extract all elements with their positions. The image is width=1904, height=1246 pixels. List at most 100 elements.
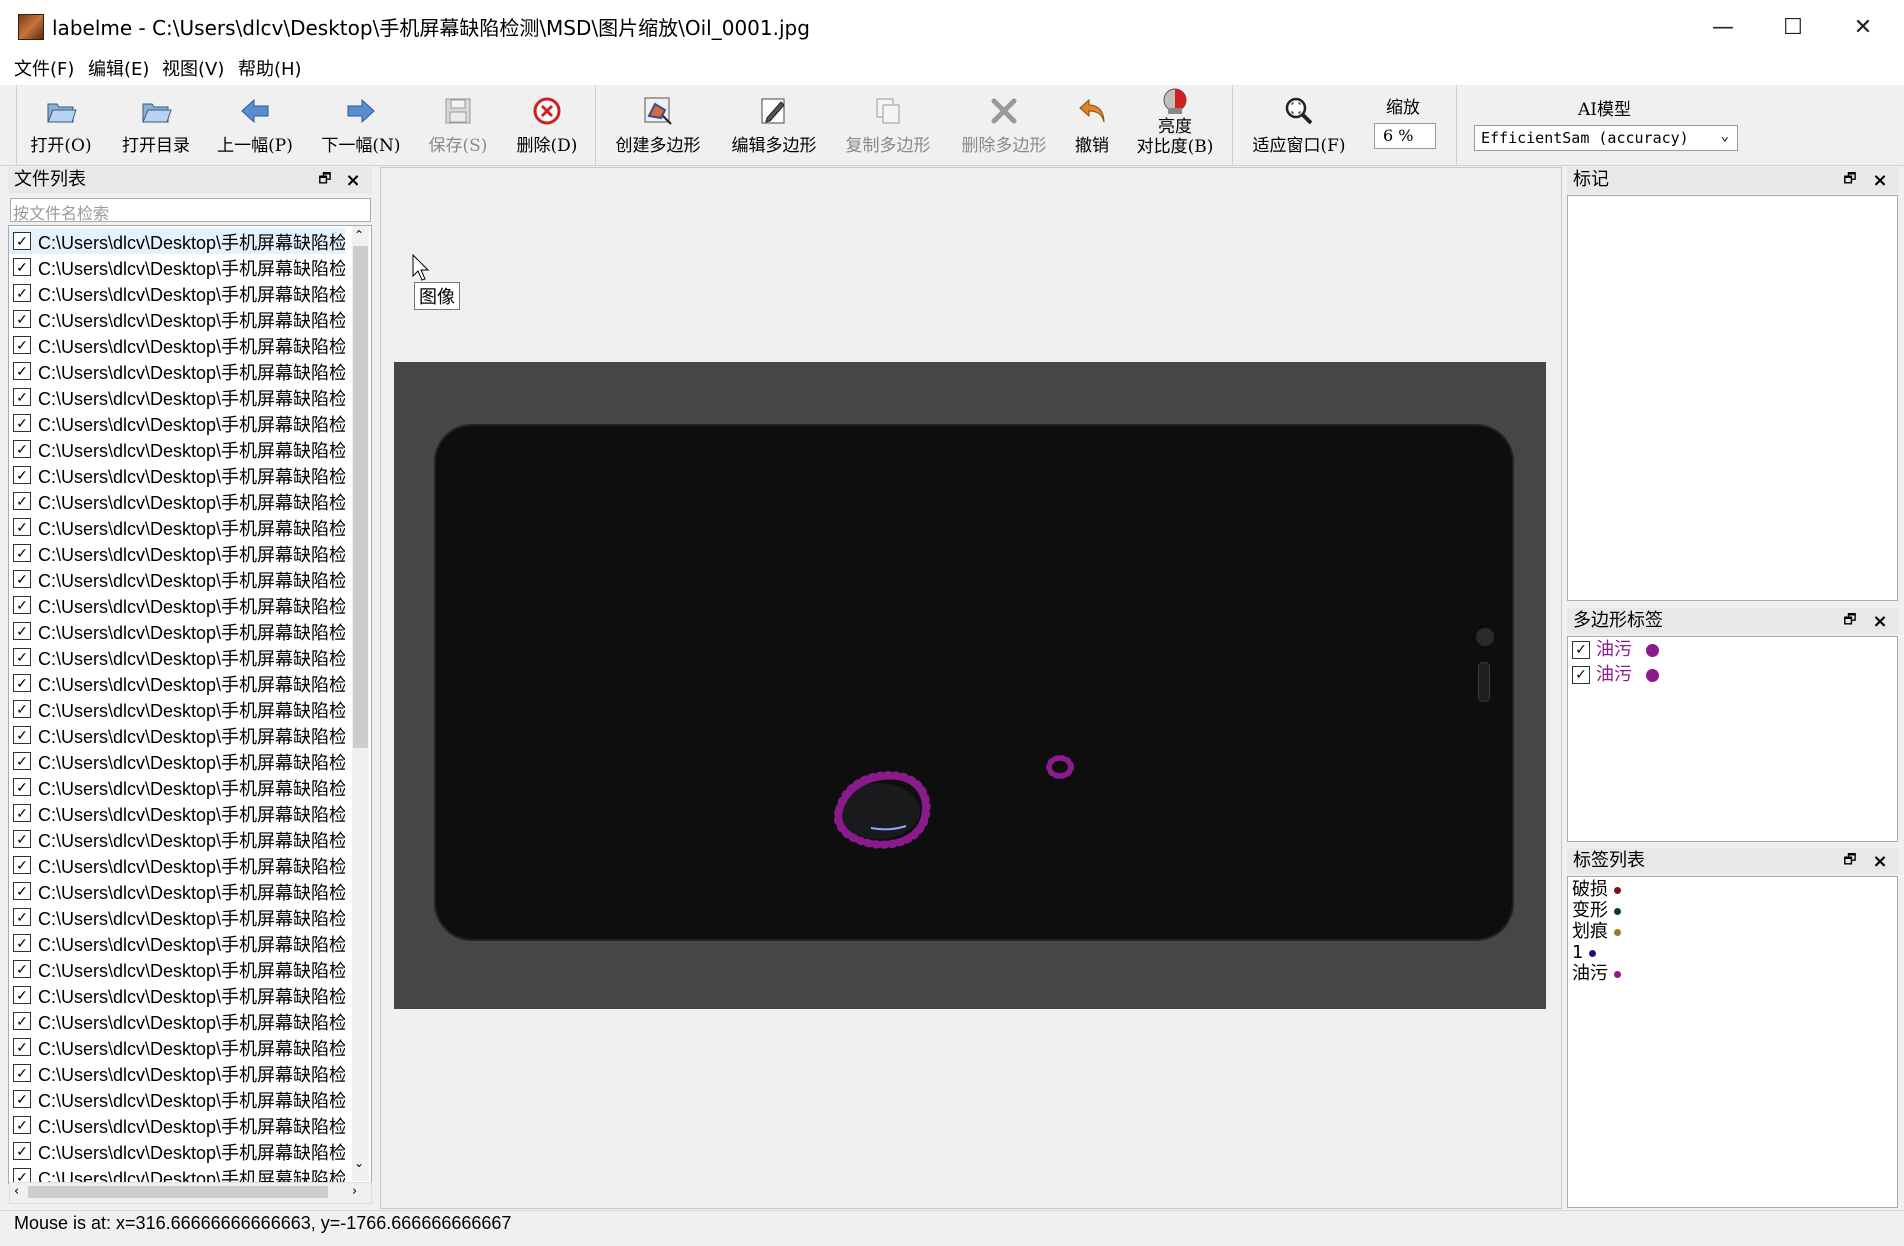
checkbox-checked-icon[interactable]: ✓ [13,752,31,770]
checkbox-checked-icon[interactable]: ✓ [13,1038,31,1056]
file-list-item[interactable]: ✓ C:\Users\dlcv\Desktop\手机屏幕缺陷检测 [9,1008,345,1034]
checkbox-checked-icon[interactable]: ✓ [1572,641,1590,659]
label-list-item[interactable]: 1 [1572,942,1597,963]
file-list-item[interactable]: ✓ C:\Users\dlcv\Desktop\手机屏幕缺陷检测 [9,358,345,384]
close-icon[interactable]: × [342,169,364,191]
file-list-item[interactable]: ✓ C:\Users\dlcv\Desktop\手机屏幕缺陷检测 [9,410,345,436]
file-list-item[interactable]: ✓ C:\Users\dlcv\Desktop\手机屏幕缺陷检测 [9,514,345,540]
close-icon[interactable]: × [1869,610,1891,632]
checkbox-checked-icon[interactable]: ✓ [13,986,31,1004]
close-icon[interactable]: × [1869,850,1891,872]
file-list-item[interactable]: ✓ C:\Users\dlcv\Desktop\手机屏幕缺陷检测 [9,670,345,696]
scrollbar-thumb[interactable] [353,246,368,748]
scroll-left-icon[interactable]: ‹ [14,1184,19,1199]
close-icon[interactable]: × [1869,169,1891,191]
file-list-item[interactable]: ✓ C:\Users\dlcv\Desktop\手机屏幕缺陷检测 [9,436,345,462]
file-list-item[interactable]: ✓ C:\Users\dlcv\Desktop\手机屏幕缺陷检测 [9,1034,345,1060]
file-list-item[interactable]: ✓ C:\Users\dlcv\Desktop\手机屏幕缺陷检测 [9,774,345,800]
checkbox-checked-icon[interactable]: ✓ [13,1142,31,1160]
file-list-item[interactable]: ✓ C:\Users\dlcv\Desktop\手机屏幕缺陷检测 [9,722,345,748]
minimize-button[interactable]: — [1688,0,1758,55]
label-list-item[interactable]: 变形 [1572,900,1621,921]
scroll-down-icon[interactable]: ⌄ [354,1156,364,1170]
checkbox-checked-icon[interactable]: ✓ [13,674,31,692]
zoom-input[interactable]: 6 % [1374,123,1436,149]
checkbox-checked-icon[interactable]: ✓ [13,1012,31,1030]
next-button[interactable]: 下一幅(N) [318,85,404,165]
checkbox-checked-icon[interactable]: ✓ [13,336,31,354]
checkbox-checked-icon[interactable]: ✓ [13,726,31,744]
file-list-item[interactable]: ✓ C:\Users\dlcv\Desktop\手机屏幕缺陷检测 [9,306,345,332]
copy-polygon-button[interactable]: 复制多边形 [838,85,938,165]
file-list-item[interactable]: ✓ C:\Users\dlcv\Desktop\手机屏幕缺陷检测 [9,540,345,566]
checkbox-checked-icon[interactable]: ✓ [13,934,31,952]
checkbox-checked-icon[interactable]: ✓ [13,544,31,562]
checkbox-checked-icon[interactable]: ✓ [13,362,31,380]
checkbox-checked-icon[interactable]: ✓ [13,882,31,900]
label-list-item[interactable]: 油污 [1572,963,1621,984]
checkbox-checked-icon[interactable]: ✓ [13,440,31,458]
file-list-item[interactable]: ✓ C:\Users\dlcv\Desktop\手机屏幕缺陷检测 [9,644,345,670]
checkbox-checked-icon[interactable]: ✓ [13,414,31,432]
checkbox-checked-icon[interactable]: ✓ [13,908,31,926]
checkbox-checked-icon[interactable]: ✓ [13,284,31,302]
menu-edit[interactable]: 编辑(E) [80,55,157,85]
checkbox-checked-icon[interactable]: ✓ [13,700,31,718]
file-list-item[interactable]: ✓ C:\Users\dlcv\Desktop\手机屏幕缺陷检测 [9,904,345,930]
menu-view[interactable]: 视图(V) [154,55,232,85]
canvas-image[interactable] [394,362,1546,1009]
maximize-button[interactable]: ☐ [1758,0,1828,55]
file-list-item[interactable]: ✓ C:\Users\dlcv\Desktop\手机屏幕缺陷检测 [9,748,345,774]
brightness-contrast-button[interactable]: 亮度 对比度(B) [1128,85,1222,165]
file-list-item[interactable]: ✓ C:\Users\dlcv\Desktop\手机屏幕缺陷检测 [9,280,345,306]
edit-polygon-button[interactable]: 编辑多边形 [724,85,824,165]
scroll-up-icon[interactable]: ⌃ [354,228,364,242]
float-icon[interactable]: 🗗 [314,169,336,191]
checkbox-checked-icon[interactable]: ✓ [13,570,31,588]
menu-file[interactable]: 文件(F) [6,55,82,85]
scroll-right-icon[interactable]: › [352,1184,357,1199]
float-icon[interactable]: 🗗 [1839,169,1861,191]
file-list-item[interactable]: ✓ C:\Users\dlcv\Desktop\手机屏幕缺陷检测 [9,1138,345,1164]
file-list-item[interactable]: ✓ C:\Users\dlcv\Desktop\手机屏幕缺陷检测 [9,826,345,852]
delete-polygon-button[interactable]: 删除多边形 [954,85,1054,165]
save-button[interactable]: 保存(S) [422,85,494,165]
ai-model-select[interactable]: EfficientSam (accuracy) ⌄ [1474,125,1738,151]
checkbox-checked-icon[interactable]: ✓ [13,804,31,822]
checkbox-checked-icon[interactable]: ✓ [13,648,31,666]
checkbox-checked-icon[interactable]: ✓ [13,388,31,406]
polygon-list-item[interactable]: ✓ 油污 [1572,664,1659,688]
checkbox-checked-icon[interactable]: ✓ [13,258,31,276]
delete-button[interactable]: 删除(D) [508,85,586,165]
file-list-item[interactable]: ✓ C:\Users\dlcv\Desktop\手机屏幕缺陷检测 [9,618,345,644]
file-list-item[interactable]: ✓ C:\Users\dlcv\Desktop\手机屏幕缺陷检测 [9,228,345,254]
checkbox-checked-icon[interactable]: ✓ [1572,666,1590,684]
file-search-input[interactable]: 按文件名检索 [10,198,371,223]
undo-button[interactable]: 撤销 [1068,85,1116,165]
hscrollbar-thumb[interactable] [28,1186,328,1198]
float-icon[interactable]: 🗗 [1839,850,1861,872]
file-list-item[interactable]: ✓ C:\Users\dlcv\Desktop\手机屏幕缺陷检测 [9,800,345,826]
prev-button[interactable]: 上一幅(P) [212,85,298,165]
file-list-item[interactable]: ✓ C:\Users\dlcv\Desktop\手机屏幕缺陷检测 [9,592,345,618]
label-list-item[interactable]: 破损 [1572,879,1621,900]
file-list-item[interactable]: ✓ C:\Users\dlcv\Desktop\手机屏幕缺陷检测 [9,878,345,904]
file-list-item[interactable]: ✓ C:\Users\dlcv\Desktop\手机屏幕缺陷检测 [9,332,345,358]
checkbox-checked-icon[interactable]: ✓ [13,518,31,536]
checkbox-checked-icon[interactable]: ✓ [13,960,31,978]
polygon-list-item[interactable]: ✓ 油污 [1572,639,1659,663]
create-polygon-button[interactable]: 创建多边形 [608,85,708,165]
file-list-item[interactable]: ✓ C:\Users\dlcv\Desktop\手机屏幕缺陷检测 [9,488,345,514]
checkbox-checked-icon[interactable]: ✓ [13,856,31,874]
checkbox-checked-icon[interactable]: ✓ [13,1116,31,1134]
float-icon[interactable]: 🗗 [1839,610,1861,632]
file-list-item[interactable]: ✓ C:\Users\dlcv\Desktop\手机屏幕缺陷检测 [9,1086,345,1112]
checkbox-checked-icon[interactable]: ✓ [13,596,31,614]
checkbox-checked-icon[interactable]: ✓ [13,492,31,510]
open-button[interactable]: 打开(O) [24,85,98,165]
file-list-item[interactable]: ✓ C:\Users\dlcv\Desktop\手机屏幕缺陷检测 [9,566,345,592]
checkbox-checked-icon[interactable]: ✓ [13,1090,31,1108]
open-dir-button[interactable]: 打开目录 [114,85,198,165]
label-list-item[interactable]: 划痕 [1572,921,1621,942]
file-list-item[interactable]: ✓ C:\Users\dlcv\Desktop\手机屏幕缺陷检测 [9,1164,345,1183]
